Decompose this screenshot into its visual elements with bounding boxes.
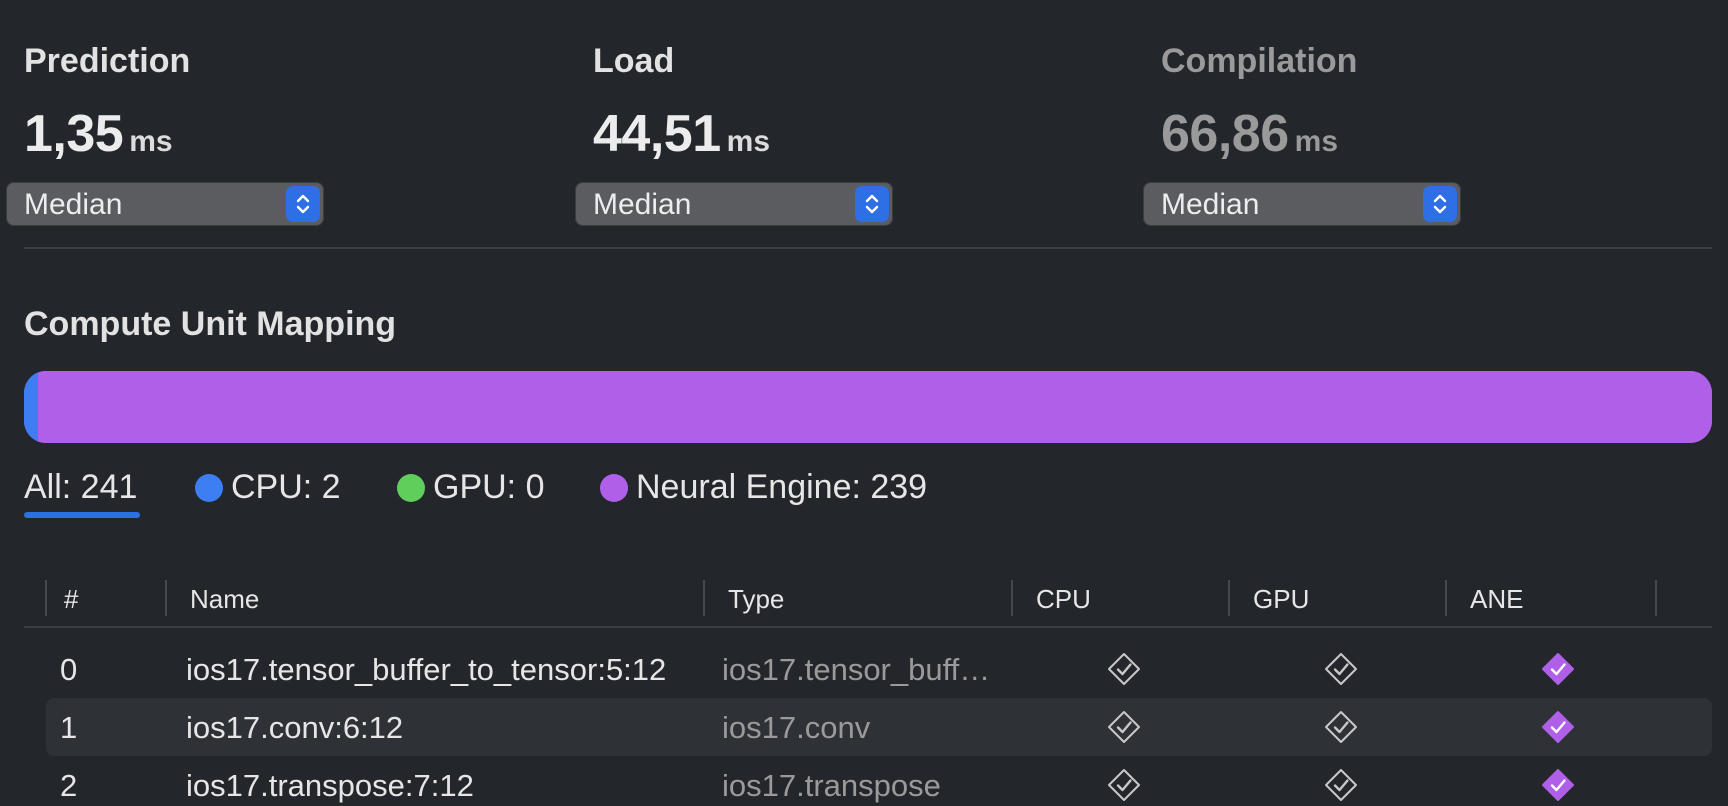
ane-support-icon	[1541, 768, 1575, 802]
row-type: ios17.conv	[722, 710, 871, 745]
compute-unit-distribution-bar	[24, 371, 1712, 443]
column-separator[interactable]	[1011, 580, 1013, 616]
metric-value-row: 1,35 ms	[24, 104, 173, 164]
filter-label: All: 241	[24, 468, 138, 506]
row-type: ios17.tensor_buff…	[722, 652, 991, 687]
filter-label: CPU: 2	[231, 468, 341, 506]
metric-value: 1,35	[24, 105, 124, 163]
column-header-name[interactable]: Name	[190, 584, 259, 615]
cpu-support-icon	[1107, 710, 1141, 744]
column-separator[interactable]	[703, 580, 705, 616]
section-title: Compute Unit Mapping	[24, 305, 397, 343]
row-name: ios17.transpose:7:12	[186, 768, 474, 803]
row-index: 0	[60, 652, 78, 687]
performance-report: Prediction 1,35 ms Median Load 44,51 ms Me…	[0, 0, 1728, 806]
metric-title: Compilation	[1161, 42, 1358, 80]
ane-support-icon	[1541, 652, 1575, 686]
aggregation-select-compilation[interactable]: Median	[1143, 182, 1461, 226]
column-header-gpu[interactable]: GPU	[1253, 584, 1309, 615]
column-separator	[45, 580, 47, 616]
column-header-index[interactable]: #	[64, 584, 78, 615]
metric-title: Load	[593, 42, 675, 80]
metric-value: 44,51	[593, 105, 721, 163]
column-separator[interactable]	[1445, 580, 1447, 616]
row-type: ios17.transpose	[722, 768, 941, 803]
filter-label: GPU: 0	[433, 468, 545, 506]
filter-neural-engine[interactable]: Neural Engine: 239	[600, 468, 927, 507]
chevron-up-down-icon	[286, 186, 320, 222]
gpu-support-icon	[1324, 710, 1358, 744]
cpu-dot-icon	[195, 473, 223, 502]
table-row[interactable]: 1 ios17.conv:6:12 ios17.conv	[46, 698, 1712, 756]
column-header-cpu[interactable]: CPU	[1036, 584, 1091, 615]
metric-value-row: 66,86 ms	[1161, 104, 1338, 164]
select-value: Median	[1161, 188, 1260, 221]
column-separator[interactable]	[165, 580, 167, 616]
neural-engine-dot-icon	[600, 473, 628, 502]
column-separator[interactable]	[1228, 580, 1230, 616]
chevron-up-down-icon	[1423, 186, 1457, 222]
metric-value-row: 44,51 ms	[593, 104, 770, 164]
row-index: 1	[60, 710, 78, 745]
metric-value: 66,86	[1161, 105, 1289, 163]
neural-engine-segment	[38, 371, 1712, 443]
gpu-support-icon	[1324, 768, 1358, 802]
row-name: ios17.conv:6:12	[186, 710, 404, 745]
table-row[interactable]: 2 ios17.transpose:7:12 ios17.transpose	[46, 756, 1712, 806]
cpu-support-icon	[1107, 652, 1141, 686]
header-divider	[24, 626, 1712, 628]
aggregation-select-prediction[interactable]: Median	[6, 182, 324, 226]
metric-unit: ms	[726, 125, 770, 158]
cpu-segment	[24, 371, 38, 443]
row-name: ios17.tensor_buffer_to_tensor:5:12	[186, 652, 667, 687]
gpu-support-icon	[1324, 652, 1358, 686]
section-divider	[24, 247, 1712, 249]
column-separator[interactable]	[1655, 580, 1657, 616]
metric-unit: ms	[129, 125, 173, 158]
cpu-support-icon	[1107, 768, 1141, 802]
select-value: Median	[593, 188, 692, 221]
selected-filter-indicator	[24, 512, 140, 518]
ane-support-icon	[1541, 710, 1575, 744]
column-header-ane[interactable]: ANE	[1470, 584, 1523, 615]
column-header-type[interactable]: Type	[728, 584, 784, 615]
gpu-dot-icon	[397, 473, 425, 502]
filter-gpu[interactable]: GPU: 0	[397, 468, 544, 507]
table-row[interactable]: 0 ios17.tensor_buffer_to_tensor:5:12 ios…	[46, 640, 1712, 698]
row-index: 2	[60, 768, 78, 803]
table-header: # Name Type CPU GPU ANE	[24, 570, 1712, 628]
select-value: Median	[24, 188, 123, 221]
metric-unit: ms	[1294, 125, 1338, 158]
metric-title: Prediction	[24, 42, 191, 80]
filter-cpu[interactable]: CPU: 2	[195, 468, 341, 507]
filter-label: Neural Engine: 239	[636, 468, 928, 506]
chevron-up-down-icon	[855, 186, 889, 222]
aggregation-select-load[interactable]: Median	[575, 182, 893, 226]
filter-all[interactable]: All: 241	[24, 468, 137, 507]
